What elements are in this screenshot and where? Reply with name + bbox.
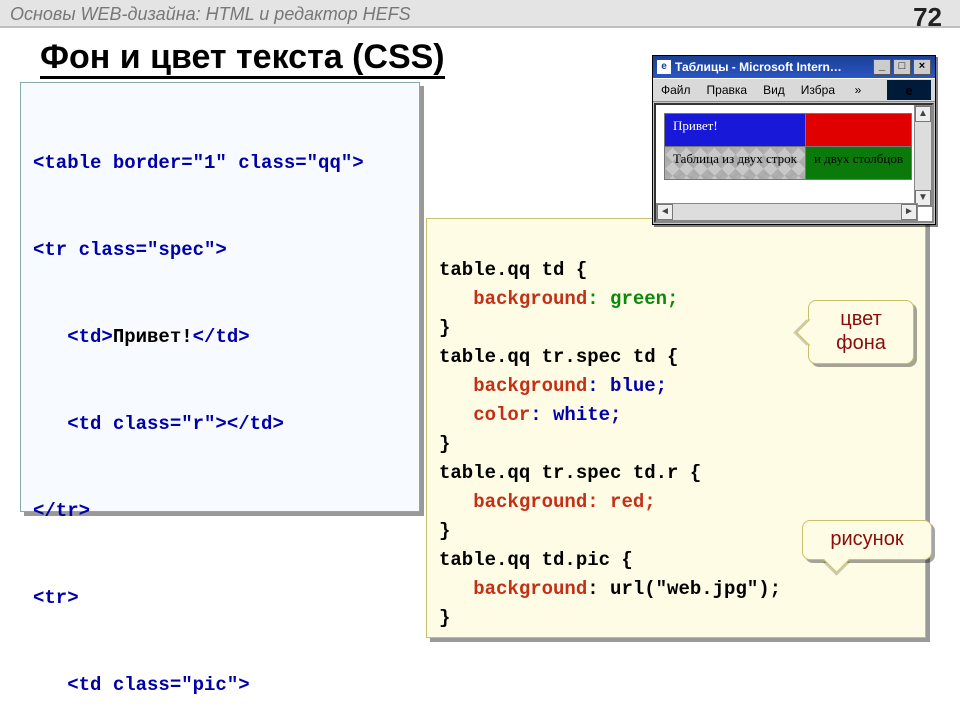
callout-text: цвет [823,307,899,331]
callout-bgcolor: цвет фона [808,300,914,364]
code-line: <table border="1" class="qq"> [33,149,407,178]
breadcrumb: Основы WEB-дизайна: HTML и редактор HEFS [10,4,411,24]
callout-text: рисунок [830,528,903,550]
scroll-left-icon[interactable]: ◄ [657,204,673,220]
code-line: <tr class="spec"> [33,236,407,265]
css-code-block: table.qq td { background: green; } table… [426,218,926,638]
table-cell [805,114,911,147]
menu-edit[interactable]: Правка [699,83,756,97]
html-code-block: <table border="1" class="qq"> <tr class=… [20,82,420,512]
menu-file[interactable]: Файл [653,83,699,97]
table-cell: и двух столбцов [805,147,911,180]
menu-view[interactable]: Вид [755,83,793,97]
page-number: 72 [913,3,942,31]
browser-window: e Таблицы - Microsoft Intern… _ □ × Файл… [652,55,936,225]
header-bar: Основы WEB-дизайна: HTML и редактор HEFS… [0,0,960,28]
minimize-button[interactable]: _ [873,59,891,75]
slide-title: Фон и цвет текста (CSS) [40,38,445,77]
horizontal-scrollbar[interactable]: ◄ ► [656,203,918,221]
vertical-scrollbar[interactable]: ▲ ▼ [914,105,932,207]
close-button[interactable]: × [913,59,931,75]
callout-text: фона [823,331,899,355]
menubar: Файл Правка Вид Избра » e [653,78,935,102]
scroll-right-icon[interactable]: ► [901,204,917,220]
table-cell: Таблица из двух строк [665,147,806,180]
ie-logo-icon: e [887,80,931,100]
code-line: <td class="r"></td> [33,410,407,439]
css-val: : green; [587,288,678,310]
callout-picture: рисунок [802,520,932,560]
app-icon: e [657,60,671,74]
scroll-up-icon[interactable]: ▲ [915,106,931,122]
titlebar[interactable]: e Таблицы - Microsoft Intern… _ □ × [653,56,935,78]
code-line: <td>Привет!</td> [33,323,407,352]
maximize-button[interactable]: □ [893,59,911,75]
chevron-right-icon[interactable]: » [843,83,873,97]
code-line: <td class="pic"> [33,671,407,700]
window-title: Таблицы - Microsoft Intern… [675,60,871,74]
browser-viewport: Привет! Таблица из двух строк и двух сто… [654,103,934,223]
code-line: <tr> [33,584,407,613]
example-table: Привет! Таблица из двух строк и двух сто… [664,113,912,180]
table-cell: Привет! [665,114,806,147]
menu-favorites[interactable]: Избра [793,83,843,97]
code-line: </tr> [33,497,407,526]
